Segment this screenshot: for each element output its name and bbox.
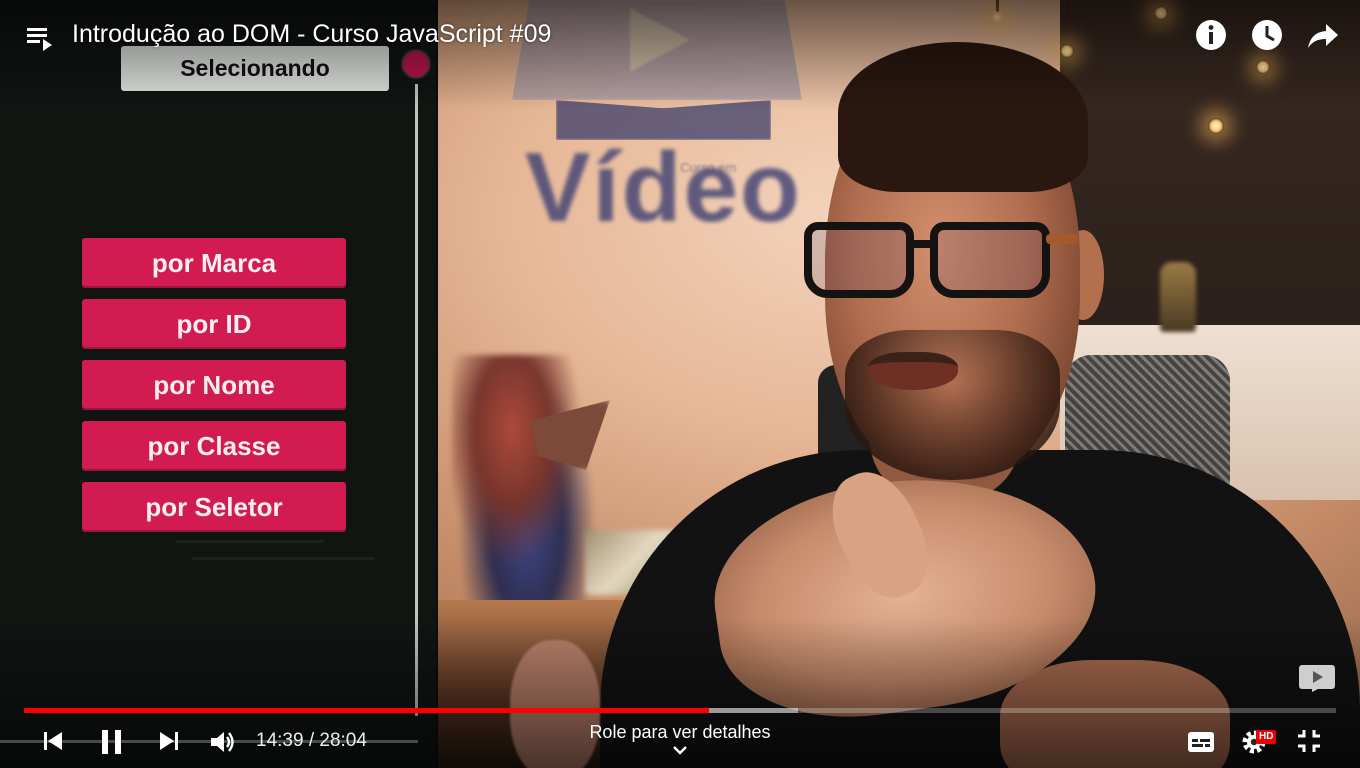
presenter-mouth [868, 352, 958, 390]
youtube-logo-button[interactable] [1298, 663, 1336, 693]
volume-button[interactable] [208, 728, 236, 761]
lesson-overlay-panel: Selecionando por Marca por ID por Nome p… [0, 0, 438, 768]
figurine [1160, 262, 1196, 332]
volume-icon [211, 732, 234, 752]
video-player[interactable]: Vídeo Curso em Selecionando por Marca po… [0, 0, 1360, 768]
exit-fullscreen-button[interactable] [1296, 728, 1322, 759]
scroll-for-details-button[interactable]: Role para ver detalhes [570, 722, 790, 761]
glasses-lens-right [930, 222, 1050, 298]
time-separator: / [303, 730, 320, 751]
method-item-seletor: por Seletor [82, 482, 346, 532]
previous-icon [44, 732, 62, 750]
scroll-hint-label: Role para ver detalhes [589, 722, 771, 742]
presenter-glasses [800, 222, 1080, 308]
pause-icon [102, 730, 121, 754]
overlay-frame-line [415, 84, 418, 716]
playlist-button[interactable] [24, 22, 56, 54]
method-item-classe: por Classe [82, 421, 346, 471]
method-item-id: por ID [82, 299, 346, 349]
next-icon [160, 732, 178, 750]
youtube-logo-icon [1299, 665, 1335, 692]
share-button[interactable] [1306, 18, 1340, 52]
next-button[interactable] [156, 728, 182, 759]
presenter-beard [845, 330, 1060, 480]
method-item-marca: por Marca [82, 238, 346, 288]
robot-toy [452, 355, 602, 605]
info-button[interactable] [1194, 18, 1228, 52]
progress-played [24, 708, 709, 713]
time-display: 14:39 / 28:04 [256, 730, 367, 752]
chevron-down-icon [673, 746, 687, 755]
lamp-light [1208, 118, 1224, 134]
placeholder-line [175, 540, 324, 543]
subtitles-icon [1188, 732, 1214, 752]
hd-quality-badge: HD [1256, 730, 1277, 744]
selection-method-list: por Marca por ID por Nome por Classe por… [82, 238, 346, 543]
faded-placeholder-lines [60, 540, 390, 574]
progress-bar[interactable] [24, 708, 1336, 713]
method-item-nome: por Nome [82, 360, 346, 410]
glasses-arm [1046, 234, 1078, 244]
previous-button[interactable] [40, 728, 66, 759]
watch-later-button[interactable] [1250, 18, 1284, 52]
share-icon [1308, 24, 1338, 48]
info-icon [1196, 20, 1226, 50]
exit-fullscreen-icon [1298, 730, 1320, 752]
glasses-lens-left [804, 222, 914, 298]
player-controls: 14:39 / 28:04 Role para ver detalhes HD [0, 718, 1360, 768]
wall-logo-small-text: Curso em [680, 160, 737, 175]
duration: 28:04 [319, 730, 367, 751]
pause-button[interactable] [98, 728, 126, 761]
player-top-bar: Introdução ao DOM - Curso JavaScript #09 [0, 0, 1360, 74]
watch-later-icon [1252, 20, 1282, 50]
wall-logo-word: Vídeo [525, 132, 802, 242]
current-time: 14:39 [256, 730, 304, 751]
subtitles-button[interactable] [1186, 730, 1216, 759]
video-title[interactable]: Introdução ao DOM - Curso JavaScript #09 [72, 20, 551, 49]
placeholder-line [192, 557, 374, 560]
top-actions [1194, 18, 1340, 52]
playlist-icon [27, 28, 52, 51]
